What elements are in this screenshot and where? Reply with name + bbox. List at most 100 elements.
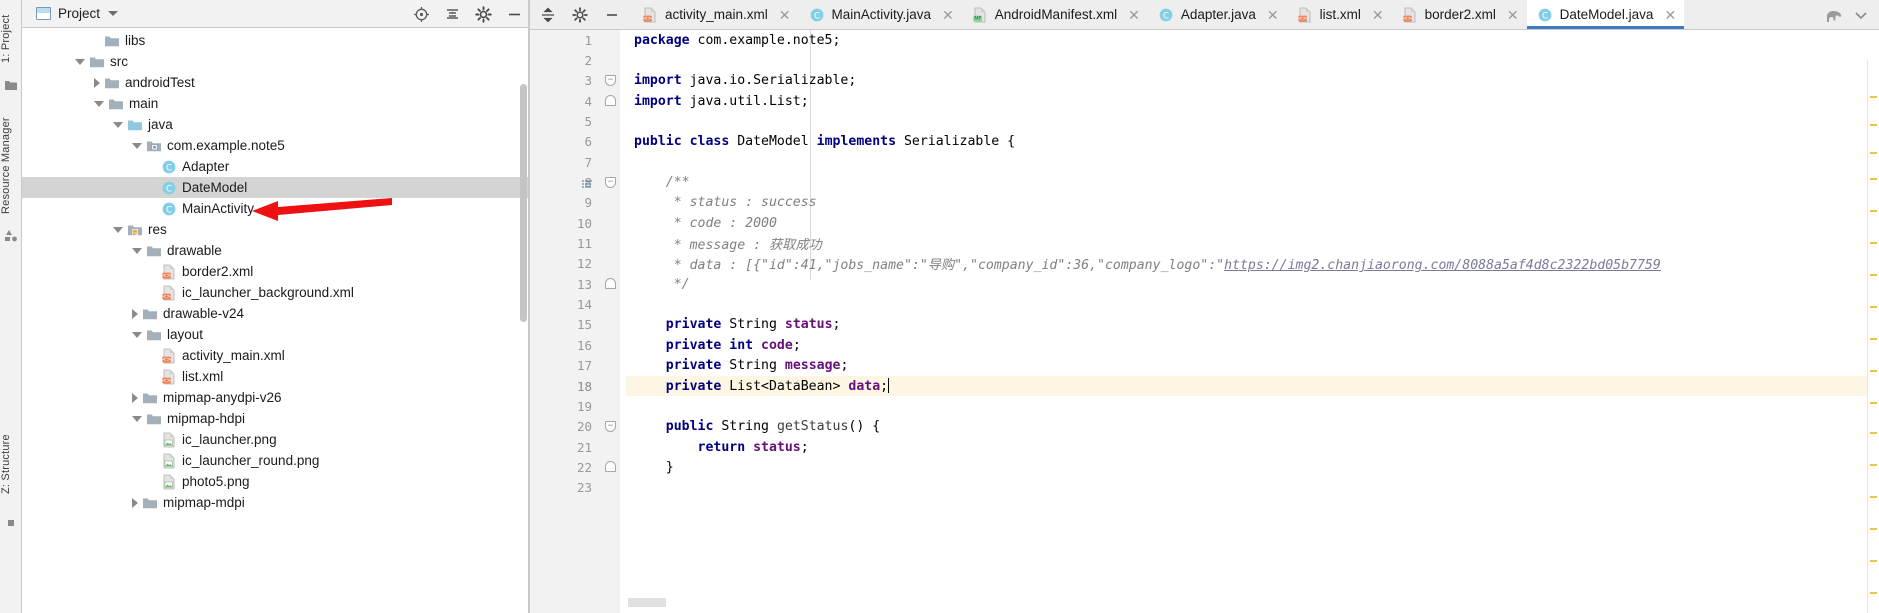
tree-item-ic-launcher-png[interactable]: ic_launcher.png [22,429,529,450]
close-icon[interactable]: ✕ [1372,8,1384,22]
tree-item-layout[interactable]: layout [22,324,529,345]
fold-end-icon[interactable] [605,95,616,107]
gutter-marker[interactable] [598,254,626,274]
chevron-down-icon[interactable] [94,100,104,107]
code-line[interactable]: 1 package com.example.note5; [530,30,1879,50]
code-line[interactable]: 10 * code : 2000 [530,213,1879,233]
code-line[interactable]: 23 [530,478,1879,498]
chevron-down-icon[interactable] [113,226,123,233]
javadoc-icon[interactable] [582,178,592,188]
tree-item-com-example-note5[interactable]: com.example.note5 [22,135,529,156]
code-line[interactable]: 11 * message : 获取成功 [530,233,1879,253]
gutter-marker[interactable] [598,376,626,396]
gutter-marker[interactable] [598,335,626,355]
gutter-marker[interactable] [598,152,626,172]
chevron-right-icon[interactable] [132,308,138,319]
tree-item-androidtest[interactable]: androidTest [22,72,529,93]
collapse-all-icon[interactable] [444,6,461,23]
chevron-down-icon[interactable] [1853,7,1869,23]
settings-gear-icon[interactable] [475,5,492,23]
tool-tab-project[interactable]: 1: Project [0,4,22,74]
gutter-marker[interactable] [598,478,626,498]
code-line[interactable]: 17 private String message; [530,356,1879,376]
close-icon[interactable]: ✕ [779,8,791,22]
code-editor[interactable]: 1 package com.example.note5; 2 3 − import ja… [530,30,1879,613]
code-line[interactable]: 15 private String status; [530,315,1879,335]
hide-icon[interactable] [506,6,523,23]
gutter-marker[interactable] [598,295,626,315]
code-line[interactable]: 6 public class DateModel implements Seria… [530,132,1879,152]
tree-item-photo5-png[interactable]: photo5.png [22,471,529,492]
fold-collapse-icon[interactable]: − [605,176,616,188]
tree-item-border2-xml[interactable]: <> border2.xml [22,261,529,282]
code-line[interactable]: 7 [530,152,1879,172]
gutter-marker[interactable] [598,213,626,233]
close-icon[interactable]: ✕ [1664,8,1676,22]
editor-tab-adapter-java[interactable]: C Adapter.java ✕ [1148,0,1287,29]
tree-item-src[interactable]: src [22,51,529,72]
minimize-icon[interactable] [604,7,620,23]
fold-end-icon[interactable] [605,278,616,290]
close-icon[interactable]: ✕ [942,8,954,22]
gutter-marker[interactable] [598,30,626,50]
chevron-down-icon[interactable] [132,331,142,338]
gutter-marker[interactable] [598,356,626,376]
chevron-right-icon[interactable] [94,77,100,88]
tree-item-datemodel[interactable]: C DateModel [22,177,529,198]
gutter-marker[interactable] [598,274,626,294]
tool-tab-structure[interactable]: Z: Structure [0,420,22,508]
editor-tab-list-xml[interactable]: <> list.xml ✕ [1287,0,1392,29]
code-line[interactable]: 3 − import java.io.Serializable; [530,71,1879,91]
chevron-down-icon[interactable] [113,121,123,128]
tree-item-drawable[interactable]: drawable [22,240,529,261]
gutter-marker[interactable]: − [598,417,626,437]
gutter-marker[interactable] [598,193,626,213]
tree-item-mipmap-anydpi-v26[interactable]: mipmap-anydpi-v26 [22,387,529,408]
tree-item-mainactivity[interactable]: C MainActivity [22,198,529,219]
code-line[interactable]: 9 * status : success [530,193,1879,213]
chevron-right-icon[interactable] [132,497,138,508]
code-line[interactable]: 5 [530,111,1879,131]
tree-item-mipmap-hdpi[interactable]: mipmap-hdpi [22,408,529,429]
code-line[interactable]: 13 */ [530,274,1879,294]
chevron-down-icon[interactable] [75,58,85,65]
close-icon[interactable]: ✕ [1267,8,1279,22]
code-line[interactable]: 18 private List<DataBean> data; [530,376,1879,397]
chevron-down-icon[interactable] [108,11,119,16]
code-line[interactable]: 14 [530,294,1879,314]
tree-item-activity-main-xml[interactable]: <> activity_main.xml [22,345,529,366]
chevron-down-icon[interactable] [132,415,142,422]
editor-tab-datemodel-java[interactable]: C DateModel.java ✕ [1526,0,1685,29]
fold-end-icon[interactable] [605,461,616,473]
gutter-marker[interactable] [598,396,626,416]
gutter-marker[interactable] [598,132,626,152]
project-tree[interactable]: libs src androidTest main java com.example.no… [22,28,529,613]
code-line[interactable]: 16 private int code; [530,335,1879,355]
gutter-marker[interactable] [598,112,626,132]
gutter-marker[interactable] [598,457,626,477]
editor-marker-bar[interactable] [1867,60,1879,613]
tool-tab-resource-manager[interactable]: Resource Manager [0,110,22,222]
locate-icon[interactable] [413,6,430,23]
tree-item-libs[interactable]: libs [22,30,529,51]
chevron-down-icon[interactable] [132,247,142,254]
fold-collapse-icon[interactable]: − [605,420,616,432]
code-line[interactable]: 19 [530,396,1879,416]
expand-collapse-icon[interactable] [540,7,556,23]
code-line[interactable]: 12 * data : [{"id":41,"jobs_name":"导购","… [530,254,1879,274]
code-line[interactable]: 2 [530,50,1879,70]
chevron-down-icon[interactable] [132,142,142,149]
gradle-elephant-icon[interactable] [1825,7,1842,23]
editor-tab-mainactivity-java[interactable]: C MainActivity.java ✕ [799,0,962,29]
tree-item-drawable-v24[interactable]: drawable-v24 [22,303,529,324]
close-icon[interactable]: ✕ [1128,8,1140,22]
gutter-marker[interactable]: − [598,71,626,91]
tree-item-res[interactable]: res [22,219,529,240]
code-line[interactable]: 4 import java.util.List; [530,91,1879,111]
fold-collapse-icon[interactable]: − [605,74,616,86]
tree-item-main[interactable]: main [22,93,529,114]
code-line[interactable]: 20 − public String getStatus() { [530,417,1879,437]
settings-gear-icon[interactable] [572,6,588,23]
code-line[interactable]: 21 return status; [530,437,1879,457]
chevron-right-icon[interactable] [132,392,138,403]
